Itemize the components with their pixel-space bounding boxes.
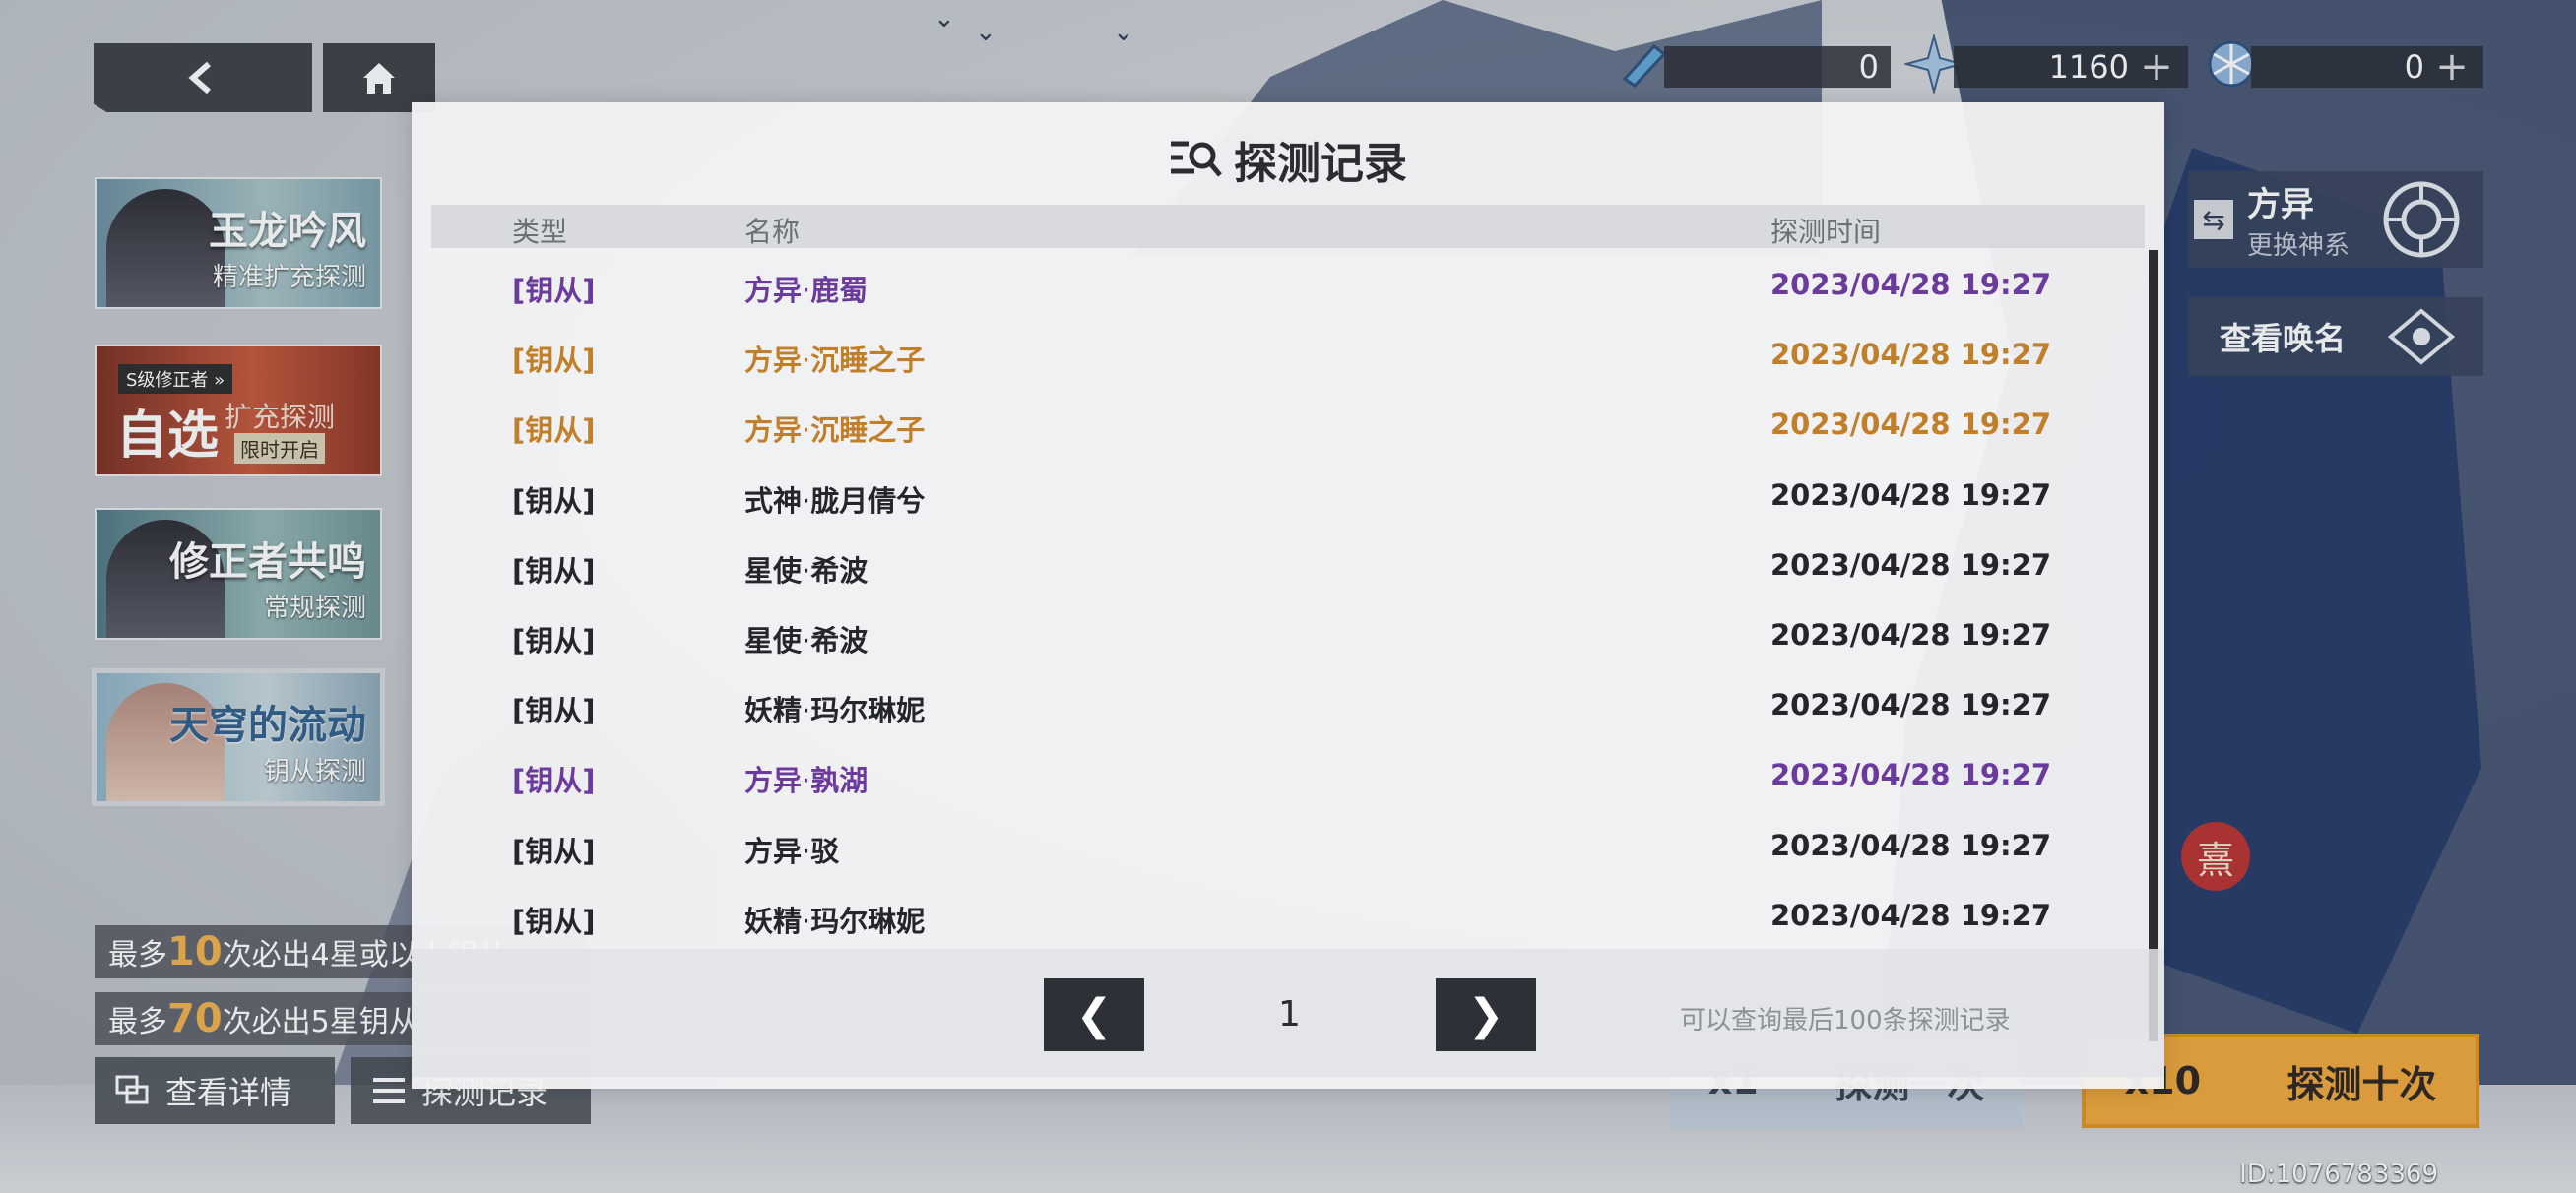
- row-name: 式神·胧月倩兮: [744, 483, 926, 518]
- table-row: [钥从] 方异·鹿蜀 2023/04/28 19:27: [431, 248, 2121, 318]
- row-time: 2023/04/28 19:27: [1771, 617, 2052, 652]
- row-time: 2023/04/28 19:27: [1771, 408, 2052, 442]
- row-name: 妖精·玛尔琳妮: [744, 694, 926, 728]
- scrollbar-thumb[interactable]: [2149, 250, 2158, 1041]
- records-limit-note: 可以查询最后100条探测记录: [1680, 1006, 2011, 1036]
- row-type: [钥从]: [512, 413, 596, 448]
- table-row: [钥从] 妖精·玛尔琳妮 2023/04/28 19:27: [431, 879, 2121, 949]
- table-row: [钥从] 星使·希波 2023/04/28 19:27: [431, 598, 2121, 668]
- dialog-header: 探测记录: [412, 128, 2164, 191]
- row-name: 方异·孰湖: [744, 764, 869, 798]
- table-header: 类型 名称 探测时间: [431, 205, 2145, 248]
- prev-page-button[interactable]: ❮: [1044, 978, 1144, 1051]
- column-header-name: 名称: [744, 216, 801, 248]
- row-name: 妖精·玛尔琳妮: [744, 904, 926, 938]
- dialog-title: 探测记录: [1234, 139, 1407, 189]
- row-time: 2023/04/28 19:27: [1771, 268, 2052, 301]
- column-header-type: 类型: [512, 216, 568, 248]
- column-header-time: 探测时间: [1771, 216, 1882, 248]
- row-type: [钥从]: [512, 344, 596, 378]
- row-type: [钥从]: [512, 694, 596, 728]
- row-time: 2023/04/28 19:27: [1771, 828, 2052, 862]
- pagination-bar: ❮ 1 ❯ 可以查询最后100条探测记录: [412, 949, 2164, 1077]
- row-time: 2023/04/28 19:27: [1771, 898, 2052, 932]
- row-time: 2023/04/28 19:27: [1771, 688, 2052, 722]
- records-scrollbar[interactable]: [2149, 250, 2158, 1041]
- row-name: 星使·希波: [744, 623, 869, 658]
- row-name: 方异·沉睡之子: [744, 344, 926, 378]
- table-row: [钥从] 方异·驳 2023/04/28 19:27: [431, 809, 2121, 879]
- row-type: [钥从]: [512, 483, 596, 518]
- record-search-icon: [1171, 141, 1222, 177]
- table-row: [钥从] 妖精·玛尔琳妮 2023/04/28 19:27: [431, 668, 2121, 738]
- table-row: [钥从] 式神·胧月倩兮 2023/04/28 19:27: [431, 459, 2121, 529]
- row-time: 2023/04/28 19:27: [1771, 547, 2052, 582]
- next-page-button[interactable]: ❯: [1436, 978, 1536, 1051]
- row-type: [钥从]: [512, 904, 596, 938]
- row-time: 2023/04/28 19:27: [1771, 758, 2052, 792]
- row-type: [钥从]: [512, 764, 596, 798]
- detect-records-dialog: 探测记录 类型 名称 探测时间 [钥从] 方异·鹿蜀 2023/04/28 19:2…: [412, 102, 2164, 1089]
- page-number: 1: [1278, 994, 1301, 1035]
- records-list[interactable]: [钥从] 方异·鹿蜀 2023/04/28 19:27 [钥从] 方异·沉睡之子 202…: [431, 248, 2121, 949]
- row-name: 星使·希波: [744, 553, 869, 588]
- table-row: [钥从] 星使·希波 2023/04/28 19:27: [431, 529, 2121, 598]
- row-name: 方异·沉睡之子: [744, 413, 926, 448]
- row-type: [钥从]: [512, 274, 596, 307]
- table-row: [钥从] 方异·沉睡之子 2023/04/28 19:27: [431, 318, 2121, 388]
- table-row: [钥从] 方异·沉睡之子 2023/04/28 19:27: [431, 388, 2121, 458]
- row-name: 方异·鹿蜀: [744, 274, 869, 307]
- row-type: [钥从]: [512, 834, 596, 868]
- table-row: [钥从] 方异·孰湖 2023/04/28 19:27: [431, 738, 2121, 808]
- row-type: [钥从]: [512, 623, 596, 658]
- row-type: [钥从]: [512, 553, 596, 588]
- row-name: 方异·驳: [744, 834, 840, 868]
- row-time: 2023/04/28 19:27: [1771, 477, 2052, 512]
- row-time: 2023/04/28 19:27: [1771, 338, 2052, 372]
